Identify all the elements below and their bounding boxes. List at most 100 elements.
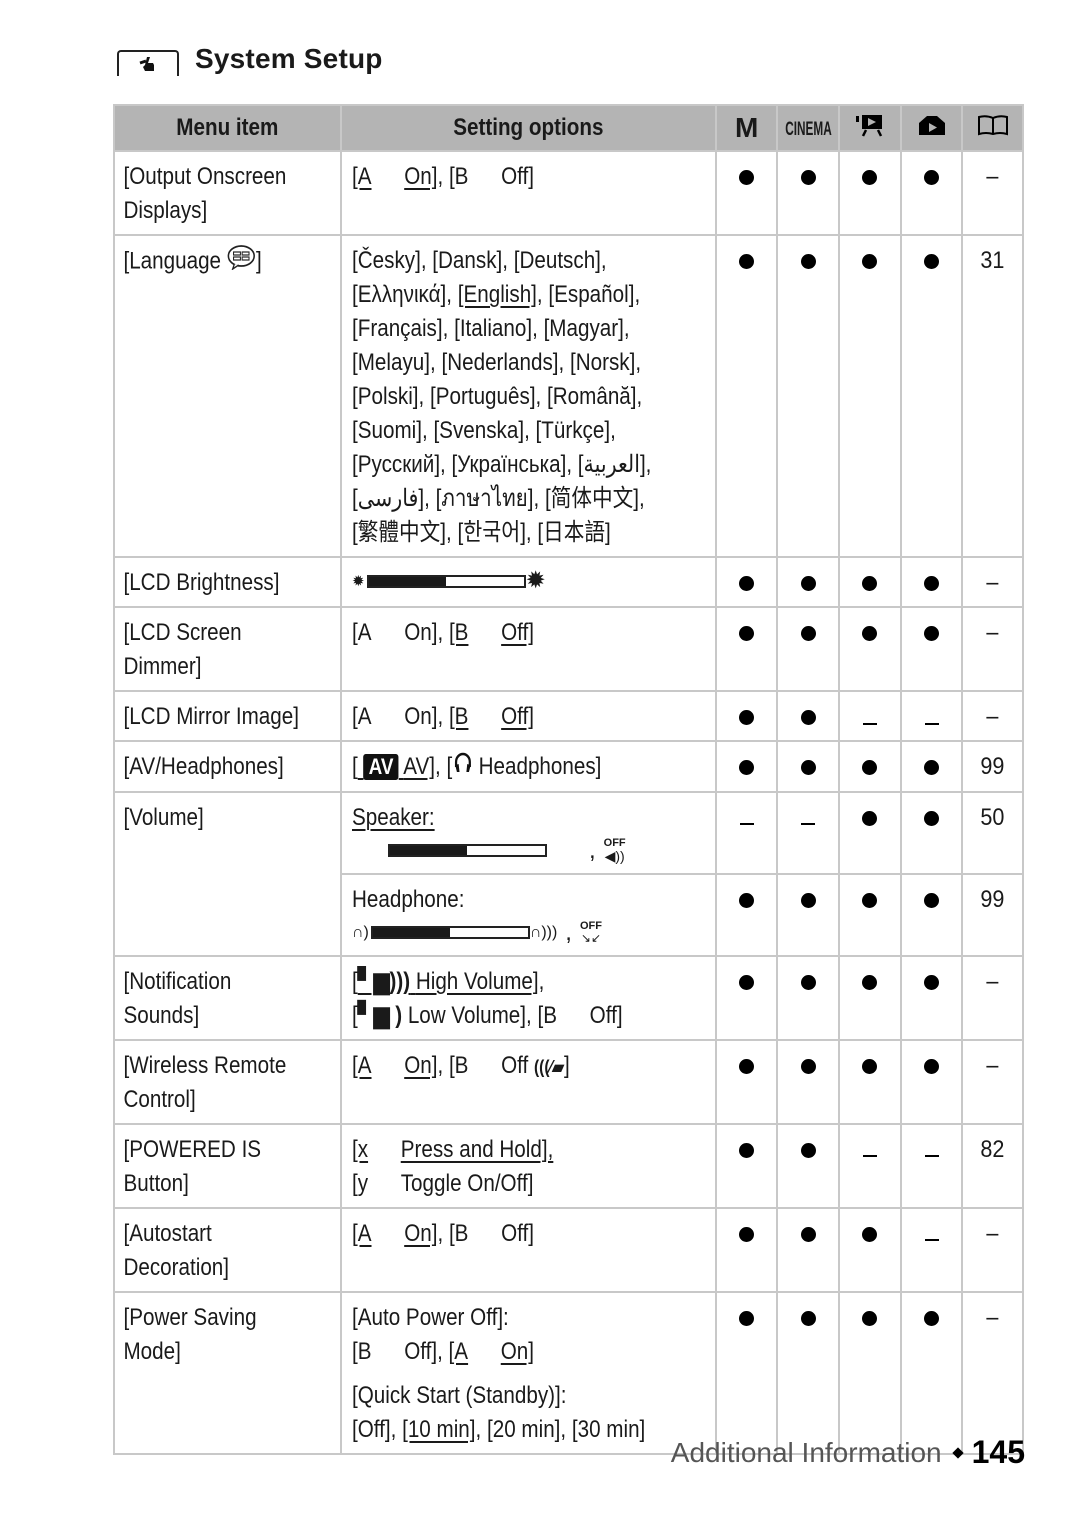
mode-photo-availability — [899, 1122, 964, 1209]
bright-sun-icon: ✹ — [525, 567, 546, 594]
option-on-default: [A On] — [351, 1219, 438, 1247]
table-row: [LCD Brightness] ✹ ✹ – — [113, 556, 1023, 608]
mode-manual-availability — [714, 740, 779, 793]
table-row: [LCD Mirror Image] [A On], [B Off] – — [113, 690, 1023, 742]
setting-options: [A On], [B Off] — [339, 1206, 717, 1293]
mode-manual-availability — [714, 234, 779, 558]
option-off: [B Off] — [448, 163, 535, 190]
mode-cinema-availability — [776, 1038, 841, 1125]
option-off-default: [B Off] — [448, 619, 535, 646]
cinema-mode-icon: CINEMA — [785, 119, 832, 140]
setting-options-headphone: Headphone: ∩) ∩))) , OFF ↘↙ — [339, 872, 717, 957]
mode-manual-availability — [714, 556, 779, 608]
speaker-volume-slider[interactable] — [387, 844, 547, 858]
mode-manual-availability — [714, 954, 779, 1041]
page-footer: Additional Information 145 — [671, 1434, 1025, 1471]
mode-cinema-availability — [776, 954, 841, 1041]
notification-high-icon: ▘▆))) — [357, 967, 411, 995]
speaker-volume-fill — [389, 846, 468, 856]
mode-movie-availability — [838, 606, 902, 692]
header-mode-photo — [899, 104, 964, 152]
table-header-row: Menu item Setting options M CINEMA — [113, 104, 1024, 152]
mode-movie-availability — [838, 690, 902, 742]
book-icon — [977, 114, 1009, 136]
mode-photo-availability — [899, 690, 964, 742]
header-mode-manual: M — [714, 104, 779, 152]
manual-mode-icon: M — [735, 112, 759, 143]
notification-low-icon: ▘▆ ) — [357, 1001, 403, 1029]
table-row: [POWERED IS Button] [x Press and Hold], [y… — [113, 1122, 1023, 1209]
page-reference: 99 — [964, 872, 1021, 957]
av-badge-icon: AV — [363, 754, 399, 780]
mode-cinema-availability — [776, 150, 841, 236]
mode-movie-availability — [838, 740, 902, 793]
option-on-default: [A On] — [351, 1051, 438, 1079]
option-toggle: [y Toggle On/Off] — [351, 1169, 534, 1197]
table-row: [Autostart Decoration] [A On], [B Off] – — [113, 1206, 1023, 1293]
option-on-default: [A On] — [448, 1337, 535, 1365]
mode-movie-availability — [838, 150, 902, 236]
menu-item-label: [LCD Brightness] — [113, 556, 311, 608]
mode-cinema-availability — [776, 234, 841, 558]
setting-options: [A On], [B Off (((⁄▰] — [339, 1038, 717, 1125]
setting-options: [A On], [B Off] — [339, 150, 717, 236]
option-on: [A On] — [351, 703, 438, 730]
mode-photo-availability — [899, 872, 964, 957]
table-row: [Wireless Remote Control] [A On], [B Off ((… — [113, 1038, 1023, 1125]
headphone-volume-slider[interactable] — [370, 926, 530, 940]
table-row: [Power Saving Mode] [Auto Power Off]: [B O… — [113, 1290, 1023, 1455]
table-row: [Notification Sounds] [▘▆))) High Volume]… — [113, 954, 1023, 1041]
menu-item-label: [Language ] — [113, 234, 311, 558]
mode-photo-availability — [899, 790, 964, 875]
mode-photo-availability — [899, 234, 964, 558]
table-row: [Volume] Speaker: , OFF ◀)) 50 — [113, 790, 1023, 957]
option-on: [A On] — [351, 619, 438, 646]
mode-manual-availability — [714, 150, 779, 236]
page-reference: 82 — [964, 1122, 1021, 1209]
setting-options: [x Press and Hold], [y Toggle On/Off] — [339, 1122, 717, 1209]
diamond-icon — [951, 1446, 964, 1459]
option-high-volume-default: [▘▆))) High Volume] — [351, 967, 539, 995]
mode-photo-availability — [899, 1290, 964, 1455]
mode-manual-availability — [714, 1290, 779, 1455]
mode-manual-availability — [714, 1206, 779, 1293]
quick-start-default: [10 min] — [402, 1415, 476, 1443]
header-mode-movie — [838, 104, 902, 152]
headphones-icon — [452, 751, 473, 785]
wrench-hand-icon — [117, 50, 179, 76]
option-low-volume: [▘▆ ) Low Volume], [B — [351, 1001, 557, 1029]
mode-photo-availability — [899, 954, 964, 1041]
header-setting-options: Setting options — [339, 104, 717, 152]
mode-movie-availability — [838, 872, 902, 957]
mode-movie-availability — [838, 234, 902, 558]
mode-movie-availability — [838, 1290, 902, 1455]
mode-movie-availability — [838, 1122, 902, 1209]
mode-photo-availability — [899, 150, 964, 236]
menu-item-label: [Wireless Remote Control] — [113, 1038, 311, 1125]
table-row: [LCD Screen Dimmer] [A On], [B Off] – — [113, 606, 1023, 692]
setting-options: [A On], [B Off] — [339, 606, 717, 692]
page-reference: 31 — [964, 234, 1021, 558]
option-on-default: [A On] — [351, 163, 438, 190]
menu-item-label: [Volume] — [113, 790, 311, 957]
page-reference: – — [964, 150, 1021, 236]
mode-manual-availability — [714, 1122, 779, 1209]
brightness-slider[interactable] — [366, 574, 526, 588]
mode-photo-availability — [899, 740, 964, 793]
mode-photo-availability — [899, 1206, 964, 1293]
page-reference: 99 — [964, 740, 1021, 793]
mode-cinema-availability — [776, 606, 841, 692]
mode-manual-availability — [714, 606, 779, 692]
photo-playback-icon — [917, 114, 947, 136]
table-row: [Output Onscreen Displays] [A On], [B Off] … — [113, 150, 1023, 236]
option-off: [B Off (((⁄▰] — [448, 1051, 570, 1079]
mode-movie-availability — [838, 1206, 902, 1293]
mode-photo-availability — [899, 606, 964, 692]
mode-manual-availability — [714, 872, 779, 957]
headphone-volume-fill — [372, 928, 451, 938]
mode-cinema-availability — [776, 740, 841, 793]
mode-manual-availability — [714, 690, 779, 742]
mode-manual-availability — [714, 1038, 779, 1125]
header-page-reference — [961, 104, 1024, 152]
headphone-high-icon: ∩))) — [529, 923, 558, 941]
